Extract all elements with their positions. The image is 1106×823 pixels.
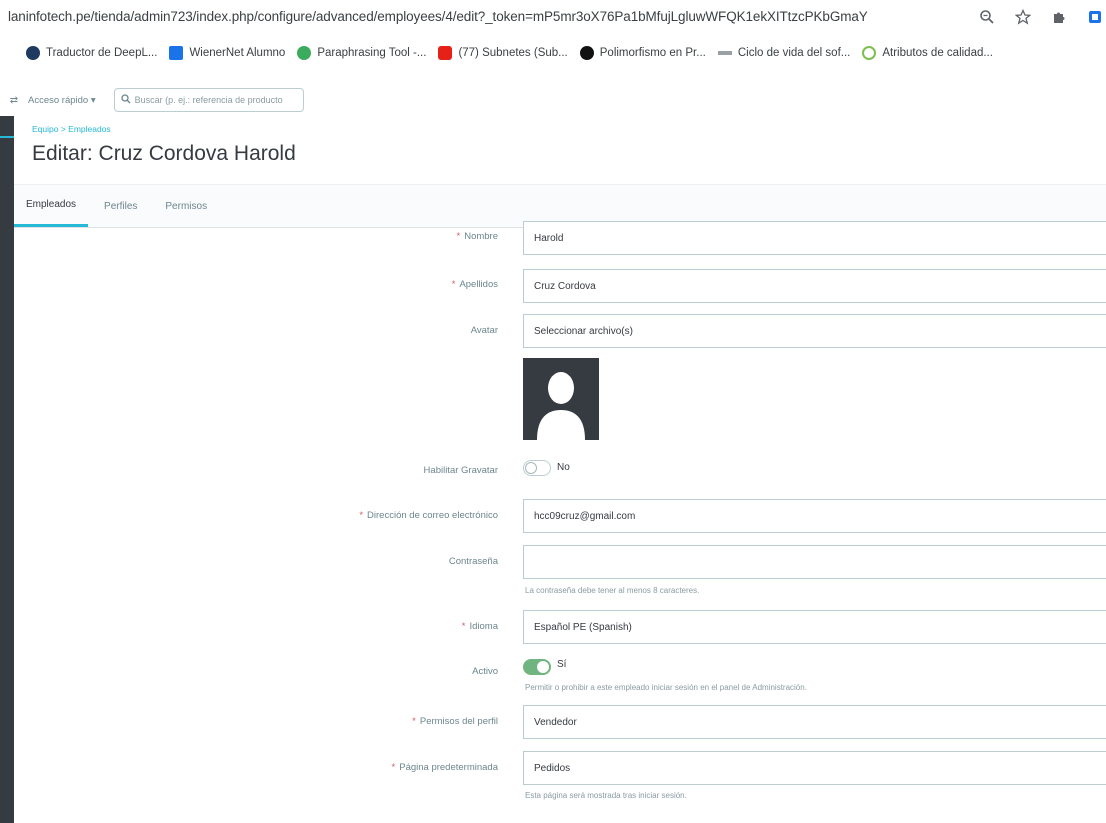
perfil-label-text: Permisos del perfil xyxy=(419,716,498,727)
bookmark-deepl[interactable]: Traductor de DeepL... xyxy=(26,46,157,60)
extensions-icon[interactable] xyxy=(1048,6,1070,28)
bookmark-ciclo[interactable]: Ciclo de vida del sof... xyxy=(717,47,851,59)
sidebar-icon[interactable] xyxy=(1084,6,1106,28)
apellidos-label: * Apellidos xyxy=(452,279,498,290)
bookmark-youtube[interactable]: (77) Subnetes (Sub... xyxy=(438,46,568,60)
breadcrumb[interactable]: Equipo > Empleados xyxy=(32,124,111,134)
bookmark-paraphrasing[interactable]: Paraphrasing Tool -... xyxy=(297,46,426,60)
admin-topbar: ⇄ Acceso rápido ▾ Buscar (p. ej.: refere… xyxy=(0,84,1106,116)
page-title: Editar: Cruz Cordova Harold xyxy=(32,142,296,165)
youtube-icon xyxy=(438,46,453,60)
email-field[interactable]: hcc09cruz@gmail.com xyxy=(523,499,1106,533)
password-label: Contraseña xyxy=(448,556,498,567)
menu-toggle-icon[interactable]: ⇄ xyxy=(0,95,28,106)
bookmark-label: Traductor de DeepL... xyxy=(46,47,158,59)
quick-access-dropdown[interactable]: Acceso rápido ▾ xyxy=(28,95,96,106)
perfil-label: * Permisos del perfil xyxy=(412,716,498,727)
bookmark-label: Atributos de calidad... xyxy=(882,47,993,59)
toggle-knob xyxy=(537,661,549,673)
bookmark-polimorfismo[interactable]: Polimorfismo en Pr... xyxy=(579,46,706,60)
polimorfismo-icon xyxy=(579,46,594,60)
email-label: * Dirección de correo electrónico xyxy=(359,510,498,521)
bookmark-atributos[interactable]: Atributos de calidad... xyxy=(862,46,993,60)
url-text[interactable]: laninfotech.pe/tienda/admin723/index.php… xyxy=(8,9,938,24)
admin-sidebar[interactable] xyxy=(0,116,14,823)
required-marker: * xyxy=(456,231,461,242)
email-label-text: Dirección de correo electrónico xyxy=(367,510,498,521)
pagina-select[interactable]: Pedidos xyxy=(523,751,1106,785)
pagina-label: * Página predeterminada xyxy=(392,762,498,773)
avatar-label: Avatar xyxy=(470,325,498,336)
search-icon xyxy=(120,93,131,107)
gravatar-state: No xyxy=(557,462,570,473)
apellidos-field[interactable]: Cruz Cordova xyxy=(523,269,1106,303)
password-field[interactable] xyxy=(523,545,1106,579)
bookmark-label: Polimorfismo en Pr... xyxy=(599,47,706,59)
browser-url-bar[interactable]: laninfotech.pe/tienda/admin723/index.php… xyxy=(0,0,1106,36)
bookmark-label: Ciclo de vida del sof... xyxy=(737,47,851,59)
activo-toggle[interactable] xyxy=(523,659,551,675)
idioma-label: * Idioma xyxy=(462,621,498,632)
star-icon[interactable] xyxy=(1012,6,1034,28)
password-help: La contraseña debe tener al menos 8 cara… xyxy=(525,586,700,595)
bookmark-label: (77) Subnetes (Sub... xyxy=(458,47,568,59)
avatar-file-input[interactable]: Seleccionar archivo(s) xyxy=(523,314,1106,348)
gravatar-label: Habilitar Gravatar xyxy=(423,465,498,476)
zoom-icon[interactable] xyxy=(976,6,998,28)
pagina-help: Esta página será mostrada tras iniciar s… xyxy=(525,791,687,800)
bookmark-label: WienerNet Alumno xyxy=(189,47,286,59)
bookmarks-bar: Traductor de DeepL... WienerNet Alumno P… xyxy=(0,38,1106,68)
required-marker: * xyxy=(461,621,466,632)
idioma-label-text: Idioma xyxy=(469,621,498,632)
bookmark-wienernet[interactable]: WienerNet Alumno xyxy=(169,46,285,60)
deepl-icon xyxy=(26,46,40,60)
nombre-label-text: Nombre xyxy=(464,231,498,242)
required-marker: * xyxy=(359,510,364,521)
wienernet-icon xyxy=(169,46,184,60)
admin-search-input[interactable]: Buscar (p. ej.: referencia de producto xyxy=(113,88,304,112)
activo-help: Permitir o prohibir a este empleado inic… xyxy=(525,683,807,692)
toggle-knob xyxy=(525,462,537,474)
browser-toolbar-icons xyxy=(962,6,1106,28)
avatar-image xyxy=(523,358,599,440)
atributos-icon xyxy=(862,46,877,60)
nombre-field[interactable]: Harold xyxy=(523,221,1106,255)
required-marker: * xyxy=(391,762,396,773)
idioma-select[interactable]: Español PE (Spanish) xyxy=(523,610,1106,644)
required-marker: * xyxy=(451,279,456,290)
bookmark-label: Paraphrasing Tool -... xyxy=(317,47,427,59)
apellidos-label-text: Apellidos xyxy=(459,279,498,290)
tab-empleados[interactable]: Empleados xyxy=(14,185,89,227)
perfil-select[interactable]: Vendedor xyxy=(523,705,1106,739)
tab-perfiles[interactable]: Perfiles xyxy=(92,185,149,227)
nombre-label: * Nombre xyxy=(457,231,499,242)
search-placeholder: Buscar (p. ej.: referencia de producto xyxy=(134,95,283,105)
paraphrasing-icon xyxy=(297,46,312,60)
required-marker: * xyxy=(412,716,416,727)
sidebar-active-marker xyxy=(0,136,14,138)
activo-state: Sí xyxy=(557,659,567,670)
activo-label: Activo xyxy=(472,666,498,677)
ciclo-icon xyxy=(717,51,732,55)
pagina-label-text: Página predeterminada xyxy=(399,762,498,773)
tab-permisos[interactable]: Permisos xyxy=(153,185,219,227)
gravatar-toggle[interactable] xyxy=(523,460,551,476)
